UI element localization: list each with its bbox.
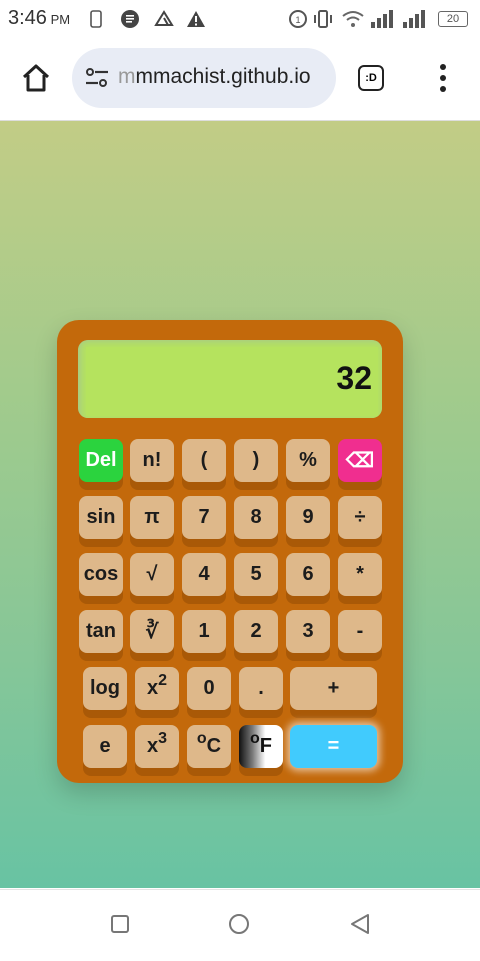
clock: 3:46 PM [8,7,71,29]
wifi-icon [342,9,364,29]
six-button[interactable]: 6 [286,553,330,596]
home-nav-icon[interactable] [228,913,250,940]
tab-switcher-button[interactable]: :D [358,65,384,91]
open-paren-button[interactable]: ( [182,439,226,482]
message-icon [120,9,140,29]
system-navigation-bar [0,889,480,961]
log-button[interactable]: log [83,667,127,710]
eight-button[interactable]: 8 [234,496,278,539]
pi-button[interactable]: π [130,496,174,539]
vibrate-icon [312,9,334,29]
sqrt-button[interactable]: √ [130,553,174,596]
data-saver-icon: 1 [288,9,308,29]
sin-button[interactable]: sin [79,496,123,539]
equals-button[interactable]: = [290,725,377,768]
decimal-button[interactable]: . [239,667,283,710]
plus-button[interactable]: + [290,667,377,710]
cube-button[interactable]: x3 [135,725,179,768]
cube-root-button[interactable]: ∛ [130,610,174,653]
display: 32 [78,340,382,418]
back-icon[interactable] [350,913,370,940]
battery-level: 20 [438,11,468,27]
url-text[interactable]: mmmachist.github.io [118,65,311,89]
e-button[interactable]: e [83,725,127,768]
svg-text:1: 1 [295,15,300,25]
warning-icon [186,9,206,29]
square-button[interactable]: x2 [135,667,179,710]
del-button[interactable]: Del [79,439,123,482]
four-button[interactable]: 4 [182,553,226,596]
calculator: 32 Del n! ( ) % ⌫ sin π 7 8 9 ÷ cos √ 4 … [57,320,403,783]
address-bar[interactable]: mmmachist.github.io [72,48,336,108]
url-domain: mmachist.github.io [135,65,311,88]
battery-icon: 20 [436,9,470,29]
two-button[interactable]: 2 [234,610,278,653]
phone-icon [90,9,102,29]
cos-button[interactable]: cos [79,553,123,596]
display-value: 32 [336,360,372,396]
overflow-menu-icon[interactable] [436,64,450,94]
seven-button[interactable]: 7 [182,496,226,539]
percent-button[interactable]: % [286,439,330,482]
factorial-button[interactable]: n! [130,439,174,482]
nine-button[interactable]: 9 [286,496,330,539]
divide-button[interactable]: ÷ [338,496,382,539]
zero-button[interactable]: 0 [187,667,231,710]
tan-button[interactable]: tan [79,610,123,653]
three-button[interactable]: 3 [286,610,330,653]
one-button[interactable]: 1 [182,610,226,653]
five-button[interactable]: 5 [234,553,278,596]
signal-icon [370,9,396,29]
minus-button[interactable]: - [338,610,382,653]
signal-icon-2 [402,9,428,29]
celsius-button[interactable]: oC [187,725,231,768]
site-settings-icon[interactable] [84,66,110,90]
close-paren-button[interactable]: ) [234,439,278,482]
fahrenheit-button[interactable]: oF [239,725,283,768]
drive-icon [154,9,174,29]
backspace-button[interactable]: ⌫ [338,439,382,482]
browser-toolbar: mmmachist.github.io :D [0,38,480,121]
recents-icon[interactable] [110,914,130,939]
home-icon[interactable] [20,62,52,94]
multiply-button[interactable]: * [338,553,382,596]
url-faded-prefix: m [118,65,136,88]
status-bar: 3:46 PM 1 20 [0,0,480,38]
